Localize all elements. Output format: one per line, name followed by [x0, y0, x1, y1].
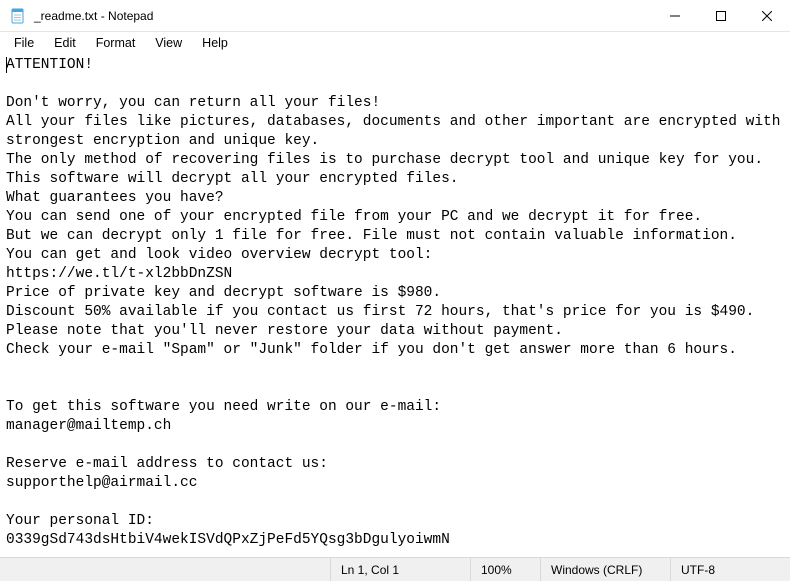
window-controls — [652, 0, 790, 31]
menu-file[interactable]: File — [4, 34, 44, 52]
text-area[interactable]: ATTENTION! Don't worry, you can return a… — [0, 54, 790, 557]
menu-view[interactable]: View — [145, 34, 192, 52]
status-zoom: 100% — [470, 558, 540, 581]
status-encoding: UTF-8 — [670, 558, 790, 581]
window-title: _readme.txt - Notepad — [34, 9, 652, 23]
menu-format[interactable]: Format — [86, 34, 146, 52]
maximize-button[interactable] — [698, 0, 744, 31]
text-content: ATTENTION! Don't worry, you can return a… — [6, 57, 789, 548]
status-spacer — [0, 558, 330, 581]
title-bar: _readme.txt - Notepad — [0, 0, 790, 32]
menu-help[interactable]: Help — [192, 34, 238, 52]
close-button[interactable] — [744, 0, 790, 31]
menu-bar: File Edit Format View Help — [0, 32, 790, 54]
status-line-ending: Windows (CRLF) — [540, 558, 670, 581]
notepad-icon — [10, 8, 26, 24]
minimize-button[interactable] — [652, 0, 698, 31]
status-position: Ln 1, Col 1 — [330, 558, 470, 581]
status-bar: Ln 1, Col 1 100% Windows (CRLF) UTF-8 — [0, 557, 790, 581]
menu-edit[interactable]: Edit — [44, 34, 86, 52]
